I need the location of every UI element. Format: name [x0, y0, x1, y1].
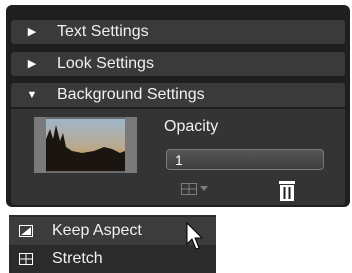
background-image-thumbnail[interactable]	[34, 117, 137, 173]
stretch-icon	[181, 183, 197, 195]
stretch-icon	[19, 253, 33, 265]
chevron-down-icon	[200, 186, 208, 191]
menu-item-label: Stretch	[52, 250, 103, 267]
menu-item-stretch[interactable]: Stretch	[9, 245, 216, 273]
fit-mode-dropdown[interactable]	[181, 180, 217, 198]
keep-aspect-icon	[19, 225, 33, 237]
mouse-pointer-icon	[186, 222, 204, 250]
section-background-settings[interactable]: ▼ Background Settings	[11, 83, 345, 107]
menu-item-keep-aspect[interactable]: Keep Aspect	[9, 217, 216, 245]
trash-icon[interactable]	[277, 180, 297, 202]
opacity-input[interactable]: 1	[166, 149, 324, 170]
collapsed-arrow-icon: ▶	[27, 26, 37, 38]
section-label: Look Settings	[57, 55, 154, 72]
section-text-settings[interactable]: ▶ Text Settings	[11, 20, 345, 44]
menu-item-label: Keep Aspect	[52, 222, 142, 239]
opacity-label: Opacity	[164, 118, 219, 135]
fit-mode-menu: Keep Aspect Stretch	[9, 215, 216, 273]
section-label: Background Settings	[57, 86, 205, 103]
expanded-arrow-icon: ▼	[26, 89, 38, 101]
collapsed-arrow-icon: ▶	[27, 58, 37, 70]
section-look-settings[interactable]: ▶ Look Settings	[11, 52, 345, 76]
section-label: Text Settings	[57, 23, 149, 40]
